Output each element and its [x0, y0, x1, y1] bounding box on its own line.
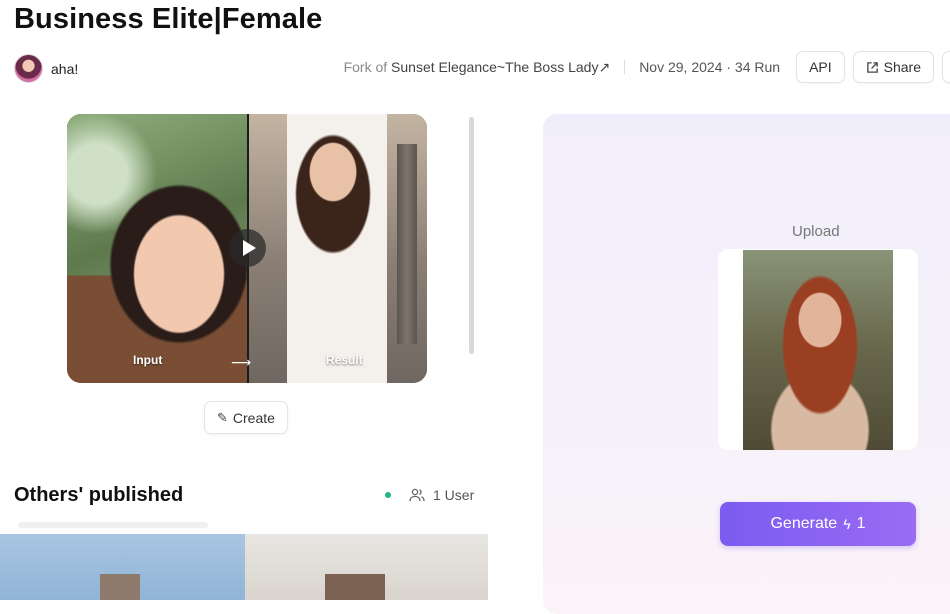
- scrollbar[interactable]: [469, 117, 474, 354]
- skyscraper: [397, 144, 417, 344]
- arrow-right-icon: ⟶: [231, 354, 252, 370]
- others-published-heading: Others' published: [14, 484, 184, 506]
- create-button[interactable]: ✎ Create: [204, 401, 288, 434]
- page-title: Business Elite|Female: [14, 3, 323, 35]
- gallery-placeholder: [18, 522, 208, 528]
- meta-bar: Fork of Sunset Elegance~The Boss Lady↗ N…: [344, 50, 950, 84]
- date-runs: Nov 29, 2024 · 34 Run: [639, 59, 781, 75]
- api-button[interactable]: API: [796, 51, 845, 83]
- external-link-icon: ↗: [598, 58, 611, 75]
- users-count: 1 User: [433, 487, 475, 503]
- share-button[interactable]: Share: [852, 51, 934, 83]
- gallery-thumbnail[interactable]: [245, 534, 488, 600]
- author[interactable]: aha!: [14, 54, 78, 83]
- magic-wand-icon: ✎: [217, 409, 228, 425]
- generate-label: Generate: [770, 515, 838, 532]
- meta-divider: [624, 60, 626, 74]
- api-label: API: [809, 59, 832, 75]
- result-image: [247, 114, 427, 383]
- share-icon: [866, 61, 878, 73]
- upload-label: Upload: [792, 223, 840, 240]
- result-label: Result: [326, 353, 363, 367]
- fork-info: Fork of Sunset Elegance~The Boss Lady↗: [344, 59, 611, 76]
- online-status-icon: [385, 492, 391, 498]
- create-label: Create: [232, 409, 275, 426]
- play-icon: [242, 240, 256, 256]
- share-label: Share: [883, 59, 921, 75]
- fork-prefix: Fork of: [343, 58, 388, 75]
- online-users: 1 User: [385, 487, 474, 503]
- more-button[interactable]: [942, 51, 950, 83]
- lightning-icon: ϟ: [843, 516, 851, 532]
- published-gallery: [0, 522, 488, 600]
- avatar[interactable]: [14, 54, 43, 83]
- input-label: Input: [133, 353, 163, 367]
- play-button[interactable]: [228, 229, 266, 267]
- generate-cost: 1: [856, 515, 866, 532]
- author-name[interactable]: aha!: [51, 61, 78, 77]
- input-image: [67, 114, 247, 383]
- uploaded-image[interactable]: [743, 250, 893, 450]
- fork-source-link[interactable]: Sunset Elegance~The Boss Lady↗: [391, 59, 610, 75]
- generate-button[interactable]: Generate ϟ 1: [720, 502, 916, 546]
- gallery-thumbnail[interactable]: [0, 534, 245, 600]
- users-icon: [409, 488, 425, 502]
- example-preview[interactable]: Input ⟶ Result: [67, 114, 427, 383]
- fork-source-label: Sunset Elegance~The Boss Lady: [391, 58, 599, 75]
